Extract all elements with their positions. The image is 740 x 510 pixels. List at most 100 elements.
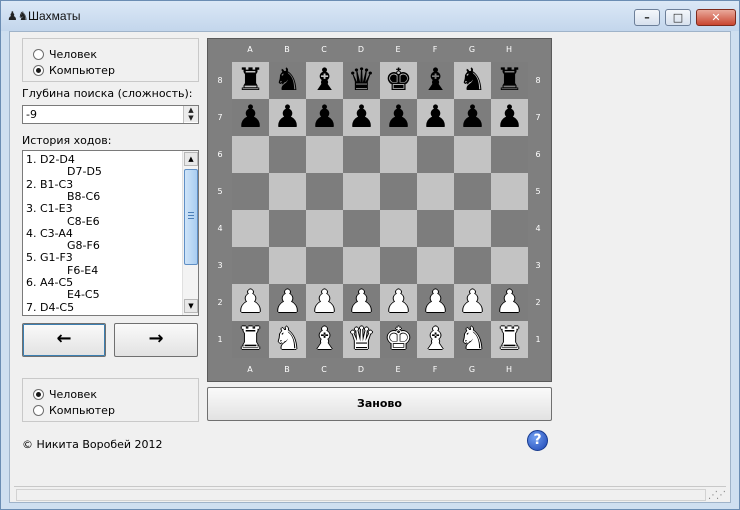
white-rook-icon[interactable]: ♜ — [232, 321, 269, 358]
black-pawn-icon[interactable]: ♟ — [306, 99, 343, 136]
white-king-icon[interactable]: ♚ — [380, 321, 417, 358]
board-square-b3[interactable] — [269, 247, 306, 284]
board-square-f6[interactable] — [417, 136, 454, 173]
history-move-item[interactable]: G8-F6 — [67, 239, 100, 252]
white-knight-icon[interactable]: ♞ — [269, 321, 306, 358]
board-square-e4[interactable] — [380, 210, 417, 247]
board-square-e2[interactable]: ♟ — [380, 284, 417, 321]
black-king-icon[interactable]: ♚ — [380, 62, 417, 99]
history-move-item[interactable]: D7-D5 — [67, 165, 102, 178]
board-square-c1[interactable]: ♝ — [306, 321, 343, 358]
history-move-item[interactable]: 5. G1-F3 — [26, 251, 73, 264]
black-pawn-icon[interactable]: ♟ — [269, 99, 306, 136]
board-square-h6[interactable] — [491, 136, 528, 173]
board-square-d7[interactable]: ♟ — [343, 99, 380, 136]
scroll-thumb[interactable] — [184, 169, 198, 265]
board-square-g5[interactable] — [454, 173, 491, 210]
board-square-f7[interactable]: ♟ — [417, 99, 454, 136]
history-move-item[interactable]: F6-E4 — [67, 264, 98, 277]
history-move-item[interactable]: E4-C5 — [67, 288, 100, 301]
white-pawn-icon[interactable]: ♟ — [417, 284, 454, 321]
history-move-item[interactable]: 3. C1-E3 — [26, 202, 73, 215]
board-square-b8[interactable]: ♞ — [269, 62, 306, 99]
bottom-player-human-radio[interactable] — [33, 388, 44, 400]
white-pawn-icon[interactable]: ♟ — [269, 284, 306, 321]
board-square-f3[interactable] — [417, 247, 454, 284]
spin-up-icon[interactable]: ▲ — [184, 106, 198, 114]
depth-spinner[interactable]: -9 ▲ ▼ — [22, 105, 199, 124]
board-square-a4[interactable] — [232, 210, 269, 247]
board-square-d5[interactable] — [343, 173, 380, 210]
board-square-g4[interactable] — [454, 210, 491, 247]
board-square-d2[interactable]: ♟ — [343, 284, 380, 321]
board-square-h8[interactable]: ♜ — [491, 62, 528, 99]
top-player-computer-option[interactable]: Компьютер — [33, 63, 115, 77]
board-square-c4[interactable] — [306, 210, 343, 247]
board-square-h7[interactable]: ♟ — [491, 99, 528, 136]
board-square-d3[interactable] — [343, 247, 380, 284]
next-move-button[interactable]: → — [114, 323, 198, 357]
board-square-a5[interactable] — [232, 173, 269, 210]
top-player-human-radio[interactable] — [33, 48, 44, 60]
black-bishop-icon[interactable]: ♝ — [306, 62, 343, 99]
white-knight-icon[interactable]: ♞ — [454, 321, 491, 358]
black-queen-icon[interactable]: ♛ — [343, 62, 380, 99]
bottom-player-human-option[interactable]: Человек — [33, 387, 97, 401]
board-square-h1[interactable]: ♜ — [491, 321, 528, 358]
white-pawn-icon[interactable]: ♟ — [306, 284, 343, 321]
board-square-d1[interactable]: ♛ — [343, 321, 380, 358]
board-square-c8[interactable]: ♝ — [306, 62, 343, 99]
minimize-button[interactable]: – — [634, 9, 660, 26]
board-square-b4[interactable] — [269, 210, 306, 247]
board-square-a2[interactable]: ♟ — [232, 284, 269, 321]
scroll-up-icon[interactable]: ▲ — [184, 152, 198, 166]
board-square-h3[interactable] — [491, 247, 528, 284]
board-square-e5[interactable] — [380, 173, 417, 210]
board-square-a6[interactable] — [232, 136, 269, 173]
board-square-a8[interactable]: ♜ — [232, 62, 269, 99]
restart-button[interactable]: Заново — [207, 387, 552, 421]
white-pawn-icon[interactable]: ♟ — [380, 284, 417, 321]
board-square-f5[interactable] — [417, 173, 454, 210]
board-square-e6[interactable] — [380, 136, 417, 173]
top-player-human-option[interactable]: Человек — [33, 47, 97, 61]
board-square-e1[interactable]: ♚ — [380, 321, 417, 358]
resize-grip-icon[interactable]: ⋰⋰ — [708, 490, 726, 501]
bottom-player-computer-radio[interactable] — [33, 404, 44, 416]
board-square-g1[interactable]: ♞ — [454, 321, 491, 358]
black-pawn-icon[interactable]: ♟ — [380, 99, 417, 136]
history-move-item[interactable]: C8-E6 — [67, 215, 100, 228]
board-square-a3[interactable] — [232, 247, 269, 284]
history-move-item[interactable]: 7. D4-C5 — [26, 301, 74, 314]
history-move-item[interactable]: 4. C3-A4 — [26, 227, 73, 240]
white-queen-icon[interactable]: ♛ — [343, 321, 380, 358]
black-pawn-icon[interactable]: ♟ — [491, 99, 528, 136]
board-square-f2[interactable]: ♟ — [417, 284, 454, 321]
spin-down-icon[interactable]: ▼ — [184, 114, 198, 122]
white-bishop-icon[interactable]: ♝ — [417, 321, 454, 358]
white-pawn-icon[interactable]: ♟ — [454, 284, 491, 321]
board-square-e8[interactable]: ♚ — [380, 62, 417, 99]
top-player-computer-radio[interactable] — [33, 64, 44, 76]
black-pawn-icon[interactable]: ♟ — [454, 99, 491, 136]
board-square-c7[interactable]: ♟ — [306, 99, 343, 136]
history-move-item[interactable]: 2. B1-C3 — [26, 178, 73, 191]
board-square-h4[interactable] — [491, 210, 528, 247]
bottom-player-computer-option[interactable]: Компьютер — [33, 403, 115, 417]
board-square-b7[interactable]: ♟ — [269, 99, 306, 136]
white-pawn-icon[interactable]: ♟ — [232, 284, 269, 321]
board-square-f1[interactable]: ♝ — [417, 321, 454, 358]
history-scrollbar[interactable]: ▲ ▼ — [182, 151, 198, 315]
chess-board[interactable]: A A B B C C D D E E F F G G H H 8 8 7 7 6 6 5 5 4 4 3 3 2 2 1 1 ♜ ♞ ♝ ♛ ♚ ♝ ♞ ♜… — [207, 38, 552, 382]
board-square-f8[interactable]: ♝ — [417, 62, 454, 99]
history-move-item[interactable]: 1. D2-D4 — [26, 153, 75, 166]
board-square-h5[interactable] — [491, 173, 528, 210]
black-knight-icon[interactable]: ♞ — [269, 62, 306, 99]
white-rook-icon[interactable]: ♜ — [491, 321, 528, 358]
title-bar[interactable]: ♟♞ Шахматы – □ ✕ — [1, 1, 739, 31]
board-square-c3[interactable] — [306, 247, 343, 284]
board-square-g2[interactable]: ♟ — [454, 284, 491, 321]
black-pawn-icon[interactable]: ♟ — [343, 99, 380, 136]
move-history-list[interactable]: 1. D2-D4 D7-D5 2. B1-C3 B8-C6 3. C1-E3 C8-E6 4… — [22, 150, 199, 316]
board-square-b2[interactable]: ♟ — [269, 284, 306, 321]
